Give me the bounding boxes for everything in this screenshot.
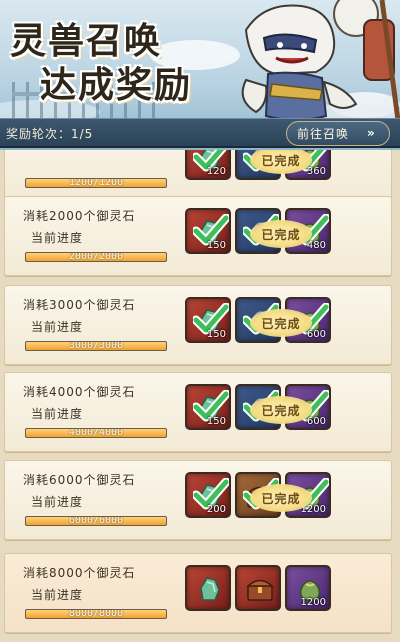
- reward-quantity: 120: [206, 166, 226, 177]
- row-requirement: 消耗3000个御灵石: [23, 298, 136, 312]
- reward-quantity: 600: [306, 329, 326, 340]
- progress-text: 3000/3000: [68, 341, 124, 351]
- progress-text: 4000/4000: [68, 428, 124, 438]
- reward-slot[interactable]: 150: [185, 384, 231, 430]
- reward-slot[interactable]: 200: [185, 472, 231, 518]
- reward-slot[interactable]: 1200: [285, 565, 331, 611]
- progress-bar: 8000/8000: [25, 609, 167, 619]
- row-requirement: 消耗8000个御灵石: [23, 566, 136, 580]
- row-progress-label: 当前进度: [31, 588, 84, 602]
- completed-stamp: 已完成: [250, 309, 312, 337]
- reward-quantity: 1200: [300, 597, 326, 608]
- reward-row: 消耗2000个御灵石 当前进度 2000/2000 150 480 已完成: [4, 196, 392, 276]
- go-summon-label: 前往召唤: [297, 127, 350, 141]
- reward-quantity: 600: [306, 416, 326, 427]
- reward-quantity: 150: [206, 329, 226, 340]
- reward-row: 消耗6000个御灵石 当前进度 6000/6000 200 1200 已完成: [4, 460, 392, 540]
- reward-quantity: 150: [206, 416, 226, 427]
- reward-list[interactable]: 1200/1200 120 360 已完成 消耗2000个御灵石 当前进度 20…: [0, 150, 400, 642]
- progress-bar: 3000/3000: [25, 341, 167, 351]
- progress-text: 8000/8000: [68, 609, 124, 619]
- reward-slot[interactable]: 150: [185, 208, 231, 254]
- progress-bar: 2000/2000: [25, 252, 167, 262]
- reward-quantity: 200: [206, 504, 226, 515]
- reward-row: 消耗8000个御灵石 当前进度 8000/8000 1200: [4, 553, 392, 633]
- reward-slot[interactable]: 120: [185, 150, 231, 180]
- reward-row: 消耗4000个御灵石 当前进度 4000/4000 150 600 已完成: [4, 372, 392, 452]
- progress-text: 1200/1200: [68, 178, 124, 188]
- reward-slot[interactable]: [185, 565, 231, 611]
- double-chevron-right-icon: »: [367, 126, 376, 140]
- row-requirement: 消耗4000个御灵石: [23, 385, 136, 399]
- progress-bar: 4000/4000: [25, 428, 167, 438]
- completed-stamp: 已完成: [250, 220, 312, 248]
- event-banner: 灵兽召唤 达成奖励 奖励轮次：1/5 前往召唤 »: [0, 0, 400, 150]
- reward-row: 消耗3000个御灵石 当前进度 3000/3000 150 600 已完成: [4, 285, 392, 365]
- reward-quantity: 150: [206, 240, 226, 251]
- row-requirement: 消耗6000个御灵石: [23, 473, 136, 487]
- row-progress-label: 当前进度: [31, 320, 84, 334]
- reward-quantity: 360: [306, 166, 326, 177]
- progress-text: 6000/6000: [68, 516, 124, 526]
- row-progress-label: 当前进度: [31, 231, 84, 245]
- row-progress-label: 当前进度: [31, 407, 84, 421]
- reward-round-strip: 奖励轮次：1/5 前往召唤 »: [0, 118, 400, 148]
- reward-slot[interactable]: 150: [185, 297, 231, 343]
- row-requirement: 消耗2000个御灵石: [23, 209, 136, 223]
- reward-slot[interactable]: [235, 565, 281, 611]
- completed-stamp: 已完成: [250, 396, 312, 424]
- row-progress-label: 当前进度: [31, 495, 84, 509]
- reward-round-label: 奖励轮次：1/5: [6, 127, 94, 141]
- progress-text: 2000/2000: [68, 252, 124, 262]
- banner-title-line2: 达成奖励: [40, 64, 193, 106]
- progress-bar: 1200/1200: [25, 178, 167, 188]
- reward-quantity: 480: [306, 240, 326, 251]
- completed-stamp: 已完成: [250, 484, 312, 512]
- spirit-beast-illustration: [241, 0, 400, 128]
- go-summon-button[interactable]: 前往召唤 »: [286, 121, 390, 146]
- progress-bar: 6000/6000: [25, 516, 167, 526]
- reward-row: 1200/1200 120 360 已完成: [4, 150, 392, 202]
